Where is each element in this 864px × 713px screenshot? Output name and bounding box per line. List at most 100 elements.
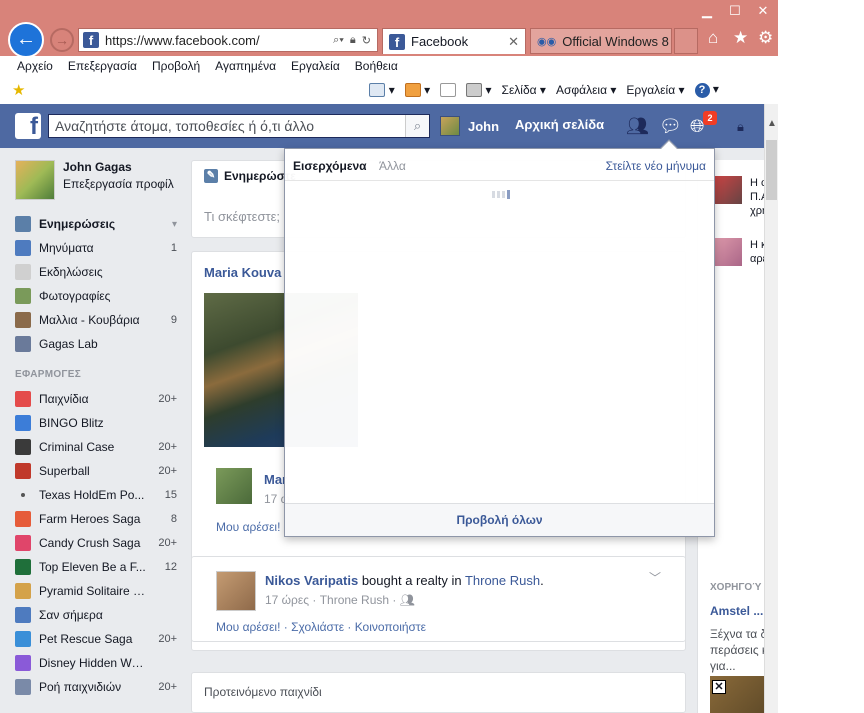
post-actions[interactable]: Μου αρέσει! · Σχολιάστε · Κοινοποιήστε bbox=[216, 620, 426, 634]
avatar[interactable] bbox=[15, 160, 55, 200]
search-icon[interactable]: ⌕ bbox=[405, 115, 429, 137]
menu-edit[interactable]: Επεξεργασία bbox=[68, 59, 137, 73]
profile-summary[interactable]: John Gagas Επεξεργασία προφίλ bbox=[15, 160, 174, 200]
tab-other[interactable]: Άλλα bbox=[379, 159, 406, 173]
notification-badge: 2 bbox=[703, 111, 717, 125]
sidebar-item[interactable]: BINGO Blitz bbox=[15, 411, 177, 435]
status-input[interactable]: Τι σκέφτεστε; bbox=[204, 209, 280, 224]
sidebar-item[interactable]: Σαν σήμερα bbox=[15, 603, 177, 627]
sidebar-item[interactable]: Μηνύματα 1 bbox=[15, 236, 177, 260]
chevron-down-icon[interactable]: ▾ bbox=[172, 219, 177, 230]
menu-favorites[interactable]: Αγαπημένα bbox=[215, 59, 276, 73]
add-favorite-icon[interactable]: ★ bbox=[12, 81, 25, 99]
sidebar-item[interactable]: Texas HoldEm Po... 15 bbox=[15, 483, 177, 507]
home-icon[interactable]: ⌂ bbox=[708, 28, 718, 48]
audience-friends-icon[interactable]: 👥︎ bbox=[400, 593, 415, 607]
address-url[interactable]: https://www.facebook.com/ bbox=[105, 33, 333, 48]
home-command[interactable]: ▾ bbox=[369, 83, 395, 98]
avatar[interactable] bbox=[216, 571, 256, 611]
sidebar-item[interactable]: Disney Hidden Worlds bbox=[15, 651, 177, 675]
gear-icon[interactable]: ⚙ bbox=[758, 28, 773, 48]
home-link[interactable]: Αρχική σελίδα bbox=[515, 117, 604, 132]
sidebar-item[interactable]: Παιχνίδια 20+ bbox=[15, 387, 177, 411]
post-author[interactable]: Nikos Varipatis bbox=[265, 573, 358, 588]
safety-command[interactable]: Ασφάλεια ▾ bbox=[556, 83, 616, 97]
sponsored-header: ΧΟΡΗΓΟΎ bbox=[710, 582, 762, 593]
help-command[interactable]: ? ▾ bbox=[694, 82, 719, 98]
maximize-icon[interactable]: ☐ bbox=[722, 2, 748, 20]
sidebar-item[interactable]: Superball 20+ bbox=[15, 459, 177, 483]
sidebar-item[interactable]: Farm Heroes Saga 8 bbox=[15, 507, 177, 531]
ad-text[interactable]: Ξέχνα τα δ περάσεις κ για... bbox=[710, 626, 764, 674]
chevron-down-icon[interactable]: ﹀ bbox=[649, 569, 661, 586]
forward-button[interactable]: → bbox=[50, 28, 74, 52]
new-tab-button[interactable] bbox=[674, 28, 698, 54]
arrow-left-icon: ← bbox=[16, 28, 36, 50]
tab-inbox[interactable]: Εισερχόμενα bbox=[293, 159, 367, 173]
sidebar-item[interactable]: Ροή παιχνιδιών 20+ bbox=[15, 675, 177, 699]
ticker-text: Η φ Π.Α χρή bbox=[750, 177, 764, 217]
menu-file[interactable]: Αρχείο bbox=[17, 59, 53, 73]
rss-icon bbox=[404, 83, 421, 98]
page-command[interactable]: Σελίδα ▾ bbox=[502, 83, 546, 97]
mail-command[interactable] bbox=[440, 83, 457, 98]
post-game-link[interactable]: Throne Rush bbox=[465, 573, 540, 588]
back-button[interactable]: ← bbox=[8, 22, 44, 58]
sidebar-item[interactable]: Pyramid Solitaire Saga bbox=[15, 579, 177, 603]
sidebar-item[interactable]: Candy Crush Saga 20+ bbox=[15, 531, 177, 555]
sidebar-item[interactable]: Pet Rescue Saga 20+ bbox=[15, 627, 177, 651]
story-author[interactable]: Maria Kouva bbox=[204, 265, 281, 280]
edit-profile-link[interactable]: Επεξεργασία προφίλ bbox=[63, 177, 174, 191]
search-icon[interactable]: ⌕▾ bbox=[333, 34, 344, 47]
address-bar[interactable]: f https://www.facebook.com/ ⌕▾ 🔒︎ ↻ bbox=[78, 28, 378, 52]
menu-tools[interactable]: Εργαλεία bbox=[291, 59, 340, 73]
sidebar-item[interactable]: Ενημερώσεις ▾ bbox=[15, 212, 177, 236]
star-icon[interactable]: ★ bbox=[733, 28, 748, 48]
avatar[interactable] bbox=[216, 468, 252, 504]
sidebar-item[interactable]: Criminal Case 20+ bbox=[15, 435, 177, 459]
app-icon bbox=[15, 655, 31, 671]
scroll-up-icon[interactable]: ▲ bbox=[765, 118, 779, 129]
feeds-command[interactable]: ▾ bbox=[404, 83, 430, 98]
menu-view[interactable]: Προβολή bbox=[152, 59, 200, 73]
ad-image[interactable]: ✕ bbox=[710, 676, 764, 713]
post-app[interactable]: Throne Rush bbox=[320, 593, 389, 607]
scrollbar[interactable]: ▲ bbox=[764, 104, 778, 713]
lock-icon[interactable]: 🔒︎ bbox=[350, 34, 356, 47]
sidebar-item[interactable]: Μαλλια - Κουβάρια 9 bbox=[15, 308, 177, 332]
close-icon[interactable]: ✕ bbox=[508, 34, 519, 50]
sidebar-item-label: Disney Hidden Worlds bbox=[39, 656, 147, 670]
like-link[interactable]: Μου αρέσει! bbox=[216, 520, 280, 534]
facebook-logo[interactable]: f bbox=[15, 113, 41, 140]
sidebar-item[interactable]: Gagas Lab bbox=[15, 332, 177, 356]
send-new-message-link[interactable]: Στείλτε νέο μήνυμα bbox=[606, 159, 706, 173]
sidebar-item[interactable]: Εκδηλώσεις bbox=[15, 260, 177, 284]
refresh-icon[interactable]: ↻ bbox=[362, 34, 371, 47]
profile-name[interactable]: John Gagas bbox=[63, 160, 174, 174]
view-all-link[interactable]: Προβολή όλων bbox=[285, 503, 714, 536]
tab-windows[interactable]: ◉◉ Official Windows 8 ... bbox=[530, 28, 672, 54]
privacy-lock-icon[interactable]: 🔒︎ bbox=[737, 119, 744, 135]
search-input[interactable] bbox=[55, 118, 405, 134]
composer-status-tab[interactable]: ✎ Ενημερώστε bbox=[204, 169, 296, 183]
sidebar-item[interactable]: Top Eleven Be a F... 12 bbox=[15, 555, 177, 579]
tools-command[interactable]: Εργαλεία ▾ bbox=[626, 83, 684, 97]
app-icon bbox=[15, 439, 31, 455]
app-icon bbox=[21, 493, 25, 497]
print-command[interactable]: ▾ bbox=[466, 83, 492, 98]
minimize-icon[interactable]: ▁ bbox=[694, 2, 720, 20]
app-icon bbox=[15, 391, 31, 407]
loader-bar bbox=[507, 190, 510, 199]
scroll-thumb[interactable] bbox=[766, 140, 777, 200]
ad-title[interactable]: Amstel ... bbox=[710, 604, 763, 618]
menu-help[interactable]: Βοήθεια bbox=[355, 59, 398, 73]
close-icon[interactable]: ✕ bbox=[712, 680, 726, 694]
close-window-icon[interactable]: ✕ bbox=[750, 2, 776, 20]
tab-facebook[interactable]: f Facebook ✕ bbox=[382, 28, 526, 54]
post-time[interactable]: 17 ώρες bbox=[265, 593, 309, 607]
messages-icon[interactable]: 💬︎ bbox=[659, 116, 682, 137]
header-profile-link[interactable]: John bbox=[440, 116, 499, 136]
app-icon bbox=[15, 679, 31, 695]
sidebar-item[interactable]: Φωτογραφίες bbox=[15, 284, 177, 308]
friend-requests-icon[interactable]: 👥︎ bbox=[626, 116, 649, 137]
